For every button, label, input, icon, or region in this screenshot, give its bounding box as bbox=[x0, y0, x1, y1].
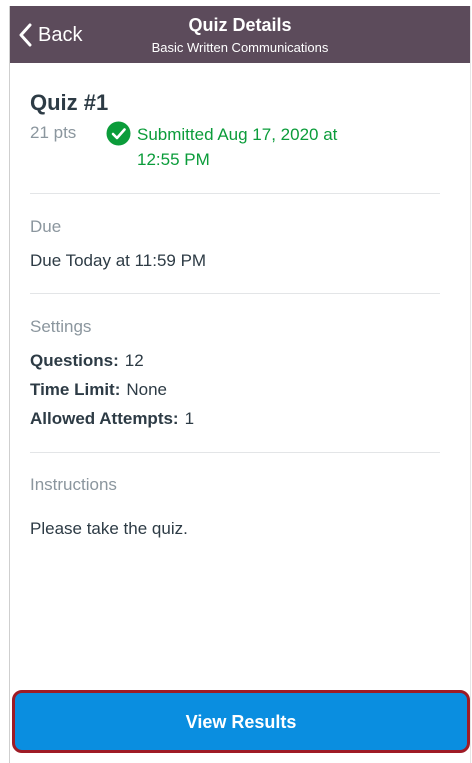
quiz-points: 21 pts bbox=[30, 123, 77, 142]
view-results-label: View Results bbox=[185, 712, 297, 732]
view-results-button[interactable]: View Results bbox=[12, 690, 470, 753]
settings-label: Settings bbox=[30, 317, 92, 336]
setting-value: None bbox=[126, 380, 168, 399]
navigation-bar: Back Quiz Details Basic Written Communic… bbox=[10, 6, 470, 63]
submission-status: Submitted Aug 17, 2020 at 12:55 PM bbox=[137, 122, 427, 172]
setting-value: 12 bbox=[124, 351, 144, 370]
divider bbox=[30, 193, 440, 194]
due-value: Due Today at 11:59 PM bbox=[30, 251, 207, 270]
setting-key: Time Limit: bbox=[30, 380, 121, 399]
setting-key: Allowed Attempts: bbox=[30, 409, 179, 428]
submission-status-line1: Submitted Aug 17, 2020 at bbox=[137, 125, 338, 144]
instructions-label: Instructions bbox=[30, 475, 117, 494]
divider bbox=[30, 452, 440, 453]
setting-allowed-attempts: Allowed Attempts: 1 bbox=[30, 409, 194, 429]
due-label: Due bbox=[30, 217, 62, 236]
instructions-text: Please take the quiz. bbox=[30, 519, 188, 538]
page-title: Quiz Details bbox=[188, 15, 292, 35]
quiz-details-screen: Back Quiz Details Basic Written Communic… bbox=[0, 0, 472, 763]
setting-time-limit: Time Limit: None bbox=[30, 380, 167, 400]
divider bbox=[30, 293, 440, 294]
quiz-title: Quiz #1 bbox=[30, 90, 109, 115]
setting-key: Questions: bbox=[30, 351, 119, 370]
setting-questions: Questions: 12 bbox=[30, 351, 144, 371]
phone-frame: Back Quiz Details Basic Written Communic… bbox=[9, 6, 471, 763]
submission-status-line2: 12:55 PM bbox=[137, 150, 210, 169]
course-subtitle: Basic Written Communications bbox=[151, 40, 329, 55]
setting-value: 1 bbox=[184, 409, 195, 428]
check-circle-icon bbox=[106, 121, 131, 151]
